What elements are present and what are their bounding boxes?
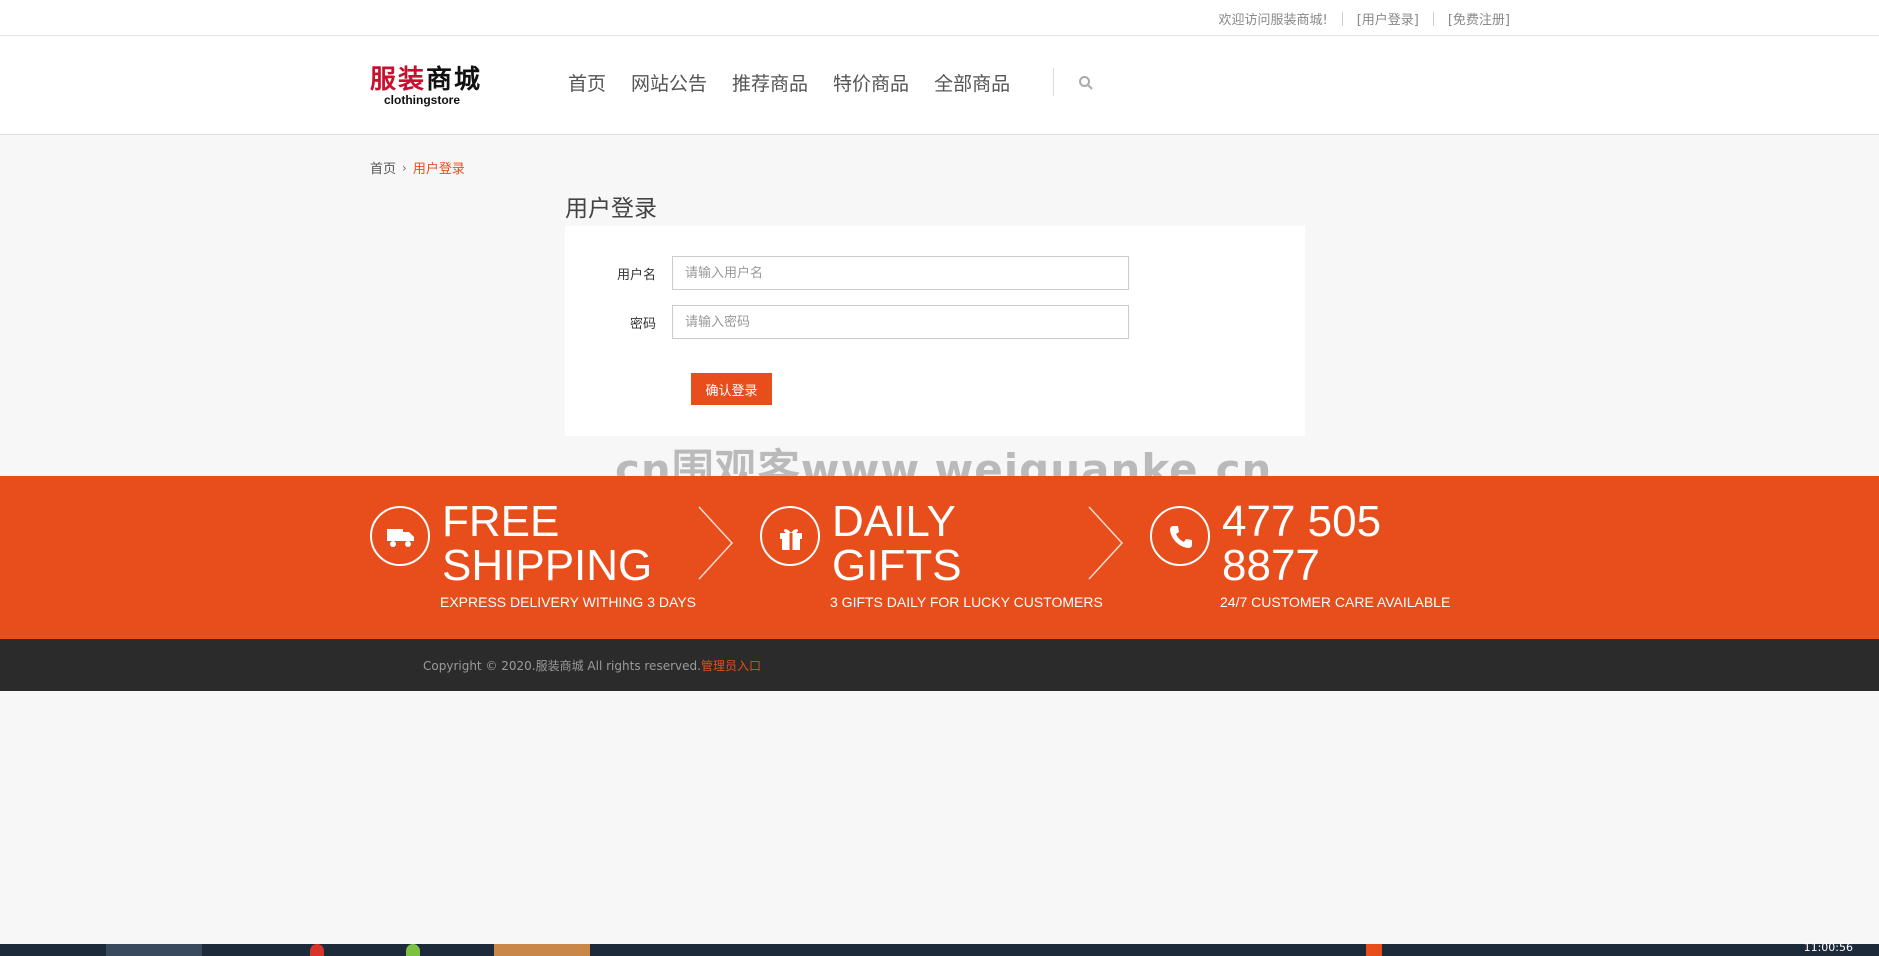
nav-item-home[interactable]: 首页: [568, 69, 606, 99]
nav-item-recommended[interactable]: 推荐商品: [732, 69, 808, 99]
copyright: Copyright © 2020.服装商城 All rights reserve…: [423, 659, 701, 673]
taskbar-app-icon[interactable]: [310, 944, 324, 956]
breadcrumb: 首页 › 用户登录: [370, 158, 465, 178]
logo-chinese-text: 服装商城: [370, 65, 483, 95]
feature-title-line2: GIFTS: [832, 541, 962, 590]
nav-divider: [1053, 68, 1054, 96]
phone-icon: [1150, 506, 1210, 566]
admin-entry-link[interactable]: 管理员入口: [701, 659, 761, 673]
taskbar-app-icon[interactable]: [1366, 944, 1382, 956]
feature-customer-care: 477 505 8877 24/7 CUSTOMER CARE AVAILABL…: [1150, 500, 1490, 616]
feature-free-shipping: FREE SHIPPING EXPRESS DELIVERY WITHING 3…: [370, 500, 710, 616]
feature-subtitle: 3 GIFTS DAILY FOR LUCKY CUSTOMERS: [830, 594, 1103, 610]
breadcrumb-separator-icon: ›: [402, 160, 407, 175]
taskbar-app-button[interactable]: [106, 944, 202, 956]
username-row: 用户名: [565, 256, 1129, 290]
feature-title-line2: SHIPPING: [442, 541, 653, 590]
breadcrumb-home[interactable]: 首页: [370, 158, 396, 177]
feature-daily-gifts: DAILY GIFTS 3 GIFTS DAILY FOR LUCKY CUST…: [760, 500, 1103, 616]
chevron-right-icon: [1088, 506, 1124, 580]
os-taskbar: 11:00:56: [0, 941, 1879, 956]
site-logo[interactable]: 服装商城 clothingstore: [370, 66, 490, 112]
top-bar: 欢迎访问服装商城! [用户登录] [免费注册]: [0, 0, 1879, 36]
page-title: 用户登录: [565, 196, 657, 222]
nav-item-specials[interactable]: 特价商品: [833, 69, 909, 99]
site-footer: Copyright © 2020.服装商城 All rights reserve…: [0, 639, 1879, 691]
divider: [1432, 11, 1434, 26]
logo-english-text: clothingstore: [384, 93, 461, 107]
taskbar-app-button[interactable]: [494, 944, 590, 956]
username-input[interactable]: [672, 256, 1129, 290]
search-icon[interactable]: [1078, 75, 1094, 91]
password-input[interactable]: [672, 305, 1129, 339]
confirm-login-button[interactable]: 确认登录: [691, 373, 772, 405]
feature-title-line1: FREE: [442, 497, 560, 546]
nav-item-announcements[interactable]: 网站公告: [631, 69, 707, 99]
feature-subtitle: 24/7 CUSTOMER CARE AVAILABLE: [1220, 594, 1451, 610]
login-form: 用户名 密码 确认登录: [565, 226, 1305, 436]
username-label: 用户名: [616, 267, 656, 283]
breadcrumb-current: 用户登录: [412, 162, 465, 177]
phone-number-line1: 477 505: [1222, 497, 1382, 546]
copyright-text: Copyright © 2020.服装商城 All rights reserve…: [423, 657, 761, 674]
password-label: 密码: [629, 316, 656, 332]
welcome-text: 欢迎访问服装商城!: [1218, 13, 1328, 28]
main-nav: 首页 网站公告 推荐商品 特价商品 全部商品: [568, 69, 1035, 99]
nav-item-all-products[interactable]: 全部商品: [934, 69, 1010, 99]
features-band: FREE SHIPPING EXPRESS DELIVERY WITHING 3…: [0, 476, 1879, 639]
chevron-right-icon: [698, 506, 734, 580]
divider: [1341, 11, 1343, 26]
password-row: 密码: [565, 305, 1129, 339]
taskbar-clock: 11:00:56: [1803, 941, 1853, 954]
register-link[interactable]: [免费注册]: [1448, 9, 1510, 28]
top-links: 欢迎访问服装商城! [用户登录] [免费注册]: [1218, 9, 1510, 28]
truck-icon: [370, 506, 430, 566]
feature-title-line1: DAILY: [832, 497, 956, 546]
feature-subtitle: EXPRESS DELIVERY WITHING 3 DAYS: [440, 594, 696, 610]
taskbar-app-icon[interactable]: [406, 944, 420, 956]
login-link[interactable]: [用户登录]: [1357, 9, 1419, 28]
phone-number-line2: 8877: [1222, 541, 1320, 590]
gift-icon: [760, 506, 820, 566]
site-header: 服装商城 clothingstore 首页 网站公告 推荐商品 特价商品 全部商…: [0, 36, 1879, 135]
